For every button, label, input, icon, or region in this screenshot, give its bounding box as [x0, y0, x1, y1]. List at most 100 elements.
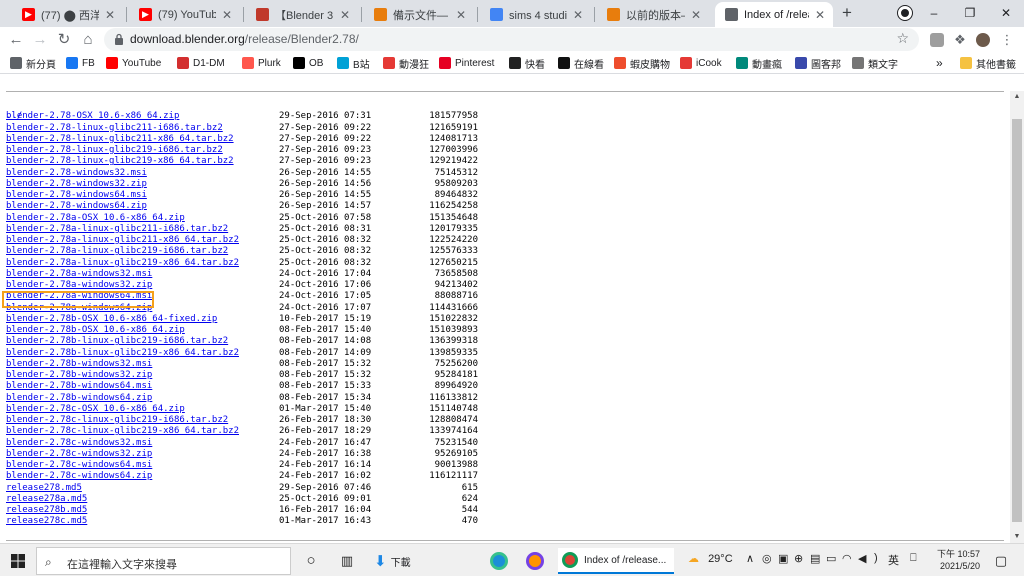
bookmark-item[interactable]: 動漫狂: [383, 55, 429, 71]
profile-menu-icon[interactable]: [897, 5, 913, 21]
file-link[interactable]: release278c.md5: [6, 516, 87, 527]
file-link[interactable]: blender-2.78c-OSX_10.6-x86_64.zip: [6, 404, 185, 415]
tab[interactable]: 【Blender 3D教學 ✕: [246, 2, 358, 27]
tab[interactable]: 備示文件— blen ✕: [364, 2, 474, 27]
file-link[interactable]: blender-2.78-windows64.zip: [6, 201, 147, 212]
task-view-icon[interactable]: ▥: [338, 552, 356, 570]
bookmark-item[interactable]: YouTube: [106, 55, 161, 71]
bookmark-item[interactable]: OB: [293, 55, 323, 71]
notification-center-icon[interactable]: ▢: [992, 552, 1010, 570]
tab[interactable]: Index of /release ✕: [715, 2, 833, 27]
bookmark-item[interactable]: 類文字: [852, 55, 898, 71]
bookmark-item[interactable]: 圖客邦: [795, 55, 841, 71]
file-link[interactable]: blender-2.78-linux-glibc219-i686.tar.bz2: [6, 145, 223, 156]
system-clock[interactable]: 下午 10:57 2021/5/20: [932, 548, 980, 572]
file-link[interactable]: blender-2.78-linux-glibc219-x86_64.tar.b…: [6, 156, 234, 167]
restore-button[interactable]: ❐: [952, 0, 988, 27]
file-link[interactable]: blender-2.78-linux-glibc211-i686.tar.bz2: [6, 123, 223, 134]
file-link[interactable]: blender-2.78b-OSX_10.6-x86_64-fixed.zip: [6, 314, 217, 325]
weather-widget[interactable]: ☁ 29°C: [688, 552, 733, 565]
extensions-puzzle-icon[interactable]: ❖: [953, 33, 967, 47]
tray-app-icon-3[interactable]: ⊕: [794, 552, 803, 565]
file-link[interactable]: blender-2.78c-windows32.zip: [6, 449, 152, 460]
file-link[interactable]: release278a.md5: [6, 494, 87, 505]
windows-start-icon[interactable]: [11, 554, 25, 568]
file-link[interactable]: blender-2.78c-linux-glibc219-x86_64.tar.…: [6, 426, 239, 437]
file-link[interactable]: blender-2.78a-linux-glibc219-x86_64.tar.…: [6, 258, 239, 269]
tab[interactable]: sims 4 studio 教學 ✕: [480, 2, 591, 27]
file-link[interactable]: blender-2.78b-OSX_10.6-x86_64.zip: [6, 325, 185, 336]
tab-close-icon[interactable]: ✕: [338, 8, 352, 22]
tray-app-icon-2[interactable]: ▣: [778, 552, 788, 565]
file-link[interactable]: blender-2.78-OSX_10.6-x86_64.zip: [6, 111, 179, 122]
file-link[interactable]: blender-2.78-windows32.zip: [6, 179, 147, 190]
taskbar-search-box[interactable]: ⌕ 在這裡輸入文字來搜尋: [36, 547, 291, 575]
bookmarks-more-button[interactable]: »: [936, 55, 943, 71]
scroll-down-arrow-icon[interactable]: ▼: [1010, 531, 1024, 543]
file-link[interactable]: blender-2.78a-linux-glibc219-i686.tar.bz…: [6, 246, 228, 257]
file-link[interactable]: blender-2.78a-linux-glibc211-i686.tar.bz…: [6, 224, 228, 235]
file-link[interactable]: blender-2.78-windows32.msi: [6, 168, 147, 179]
address-bar[interactable]: download.blender.org/release/Blender2.78…: [104, 28, 919, 51]
taskbar-edge[interactable]: [490, 548, 508, 574]
forward-button[interactable]: →: [30, 30, 50, 50]
taskbar-firefox[interactable]: [526, 548, 544, 574]
cortana-icon[interactable]: ○: [302, 552, 320, 570]
new-tab-button[interactable]: +: [838, 4, 856, 22]
menu-kebab-icon[interactable]: ⋮: [1000, 33, 1014, 47]
file-link[interactable]: blender-2.78b-windows64.msi: [6, 381, 152, 392]
scrollbar-thumb[interactable]: [1012, 119, 1022, 522]
ime-indicator[interactable]: 英: [888, 552, 899, 568]
tab-close-icon[interactable]: ✕: [571, 8, 585, 22]
file-link[interactable]: blender-2.78c-windows32.msi: [6, 438, 152, 449]
bookmark-item[interactable]: B站: [337, 55, 370, 71]
file-link[interactable]: blender-2.78b-windows32.zip: [6, 370, 152, 381]
taskbar-chrome[interactable]: Index of /release...: [558, 548, 674, 574]
file-link[interactable]: blender-2.78-windows64.msi: [6, 190, 147, 201]
back-button[interactable]: ←: [6, 30, 26, 50]
tray-app-icon-4[interactable]: ▤: [810, 552, 820, 565]
file-link[interactable]: blender-2.78b-linux-glibc219-i686.tar.bz…: [6, 336, 228, 347]
bookmark-item[interactable]: 新分頁: [10, 55, 56, 71]
bookmark-item[interactable]: 蝦皮購物: [614, 55, 670, 71]
tab-close-icon[interactable]: ✕: [813, 8, 827, 22]
file-link[interactable]: blender-2.78a-linux-glibc211-x86_64.tar.…: [6, 235, 239, 246]
other-bookmarks[interactable]: 其他書籤: [960, 55, 1016, 71]
file-link[interactable]: blender-2.78-linux-glibc211-x86_64.tar.b…: [6, 134, 234, 145]
file-link[interactable]: blender-2.78c-windows64.zip: [6, 471, 152, 482]
volume-icon[interactable]: ◀: [858, 552, 866, 565]
tab-close-icon[interactable]: ✕: [220, 8, 234, 22]
bookmark-item[interactable]: Pinterest: [439, 55, 494, 71]
close-window-button[interactable]: ✕: [988, 0, 1024, 27]
vertical-scrollbar[interactable]: ▲ ▼: [1010, 91, 1024, 543]
bookmark-item[interactable]: 動畫瘋: [736, 55, 782, 71]
tab[interactable]: 以前的版本— ble ✕: [597, 2, 709, 27]
file-link[interactable]: blender-2.78b-linux-glibc219-x86_64.tar.…: [6, 348, 239, 359]
tab-close-icon[interactable]: ✕: [689, 8, 703, 22]
bookmark-item[interactable]: iCook: [680, 55, 722, 71]
file-link[interactable]: release278.md5: [6, 483, 82, 494]
file-link[interactable]: blender-2.78b-windows32.msi: [6, 359, 152, 370]
bookmark-item[interactable]: 在線看: [558, 55, 604, 71]
tray-app-icon-1[interactable]: ◎: [762, 552, 772, 565]
bookmark-item[interactable]: 快看: [509, 55, 545, 71]
home-button[interactable]: ⌂: [78, 30, 98, 50]
minimize-button[interactable]: –: [916, 0, 952, 27]
file-link[interactable]: blender-2.78b-windows64.zip: [6, 393, 152, 404]
ime-mode-icon[interactable]: ⎕: [910, 552, 917, 565]
tray-show-hidden-icon[interactable]: ∧: [746, 552, 754, 565]
wifi-icon[interactable]: ◠: [842, 552, 852, 565]
file-link[interactable]: blender-2.78c-linux-glibc219-i686.tar.bz…: [6, 415, 228, 426]
file-link[interactable]: blender-2.78a-OSX_10.6-x86_64.zip: [6, 213, 185, 224]
file-link[interactable]: blender-2.78a-windows32.zip: [6, 280, 152, 291]
avatar[interactable]: [976, 33, 990, 47]
tab[interactable]: ▶ (79) YouTube ✕: [129, 2, 240, 27]
tab[interactable]: ▶ (77) ⬤ 西洋流行 ✕: [12, 2, 123, 27]
tab-close-icon[interactable]: ✕: [103, 8, 117, 22]
bookmark-item[interactable]: D1-DM: [177, 55, 225, 71]
bookmark-item[interactable]: FB: [66, 55, 95, 71]
scroll-up-arrow-icon[interactable]: ▲: [1010, 91, 1024, 103]
bookmark-item[interactable]: Plurk: [242, 55, 281, 71]
file-link[interactable]: release278b.md5: [6, 505, 87, 516]
taskbar-downloads-folder[interactable]: ⬇ 下載: [374, 548, 411, 574]
